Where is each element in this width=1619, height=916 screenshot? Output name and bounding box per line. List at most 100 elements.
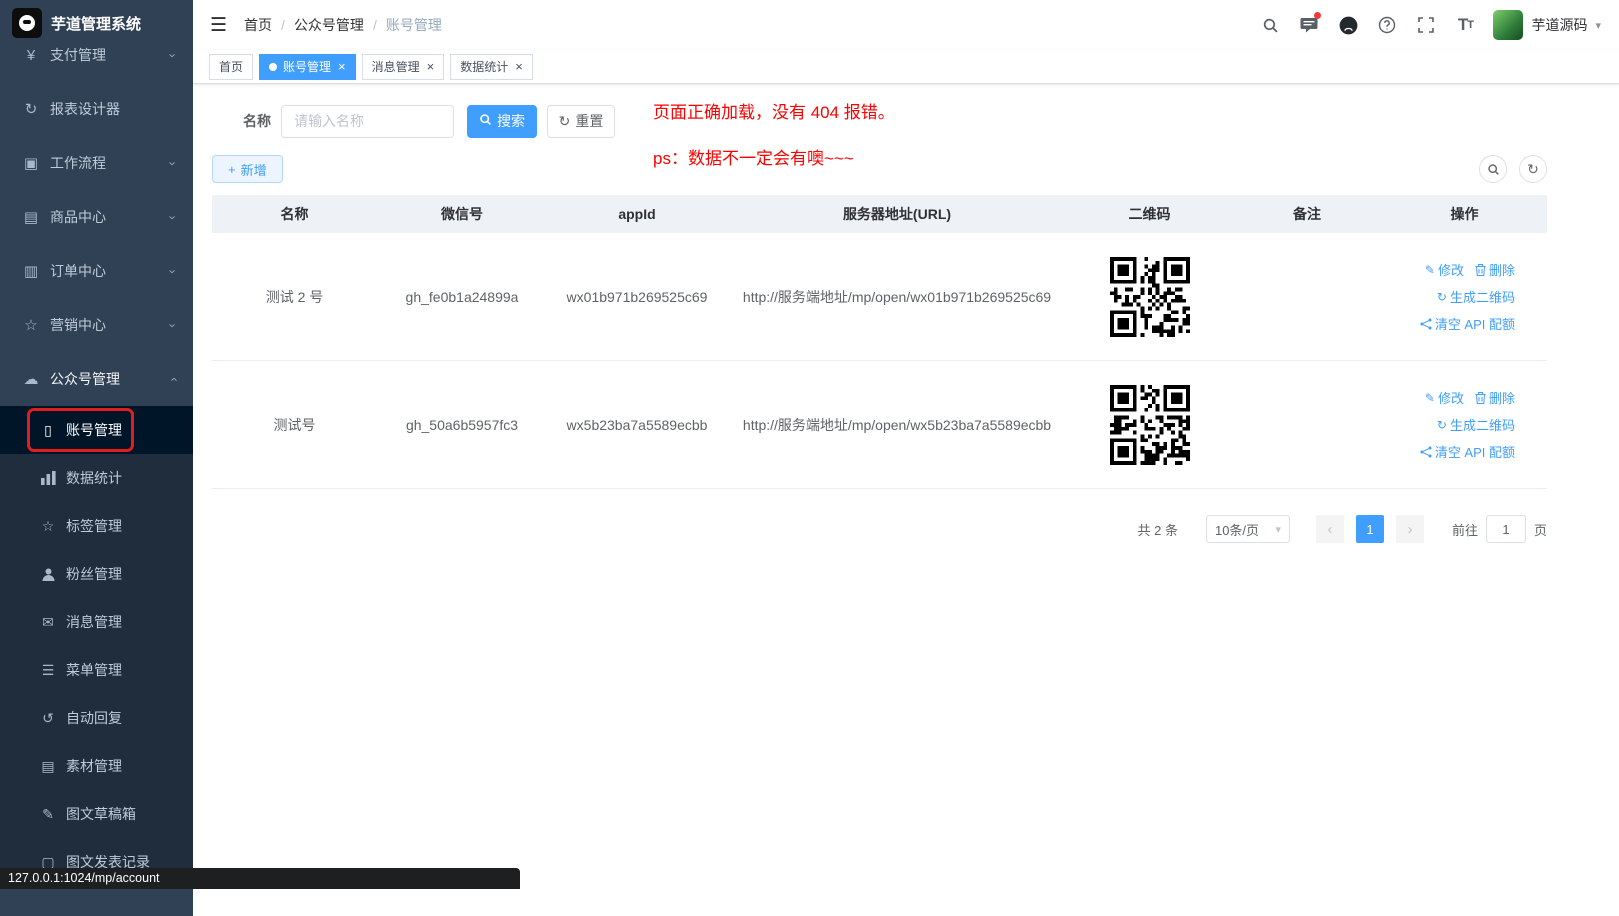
tab-label: 首页 [219,58,243,75]
clear-api-quota-link[interactable]: 清空 API 配额 [1420,314,1515,333]
tab-home[interactable]: 首页 [209,54,253,80]
refresh-icon: ↻ [1437,419,1447,431]
table-row: 测试 2 号 gh_fe0b1a24899a wx01b971b269525c6… [212,233,1547,361]
browser-status-bar: 127.0.0.1:1024/mp/account [0,868,520,889]
help-icon[interactable] [1376,14,1398,36]
pagination: 共 2 条 10条/页 ▾ ‹ 1 › 前往 页 [212,515,1547,543]
page-size-select[interactable]: 10条/页 ▾ [1206,515,1290,543]
generate-qr-link[interactable]: ↻生成二维码 [1437,287,1515,306]
close-icon[interactable]: × [515,60,523,73]
fullscreen-icon[interactable] [1415,14,1437,36]
sidebar-item-auto-reply[interactable]: ↺ 自动回复 [0,694,193,742]
name-search-input[interactable] [281,105,454,138]
column-header: 操作 [1382,195,1547,233]
message-notice-icon[interactable] [1298,14,1320,36]
sidebar-item-label: 支付管理 [50,45,106,65]
reset-button[interactable]: ↻ 重置 [547,105,615,138]
cell-wechat-id: gh_fe0b1a24899a [377,233,547,360]
tag-icon: ☆ [40,518,56,535]
font-size-icon[interactable]: TT [1454,14,1476,36]
navbar-actions: TT 芋道源码 ▾ [1259,10,1601,40]
tab-message-management[interactable]: 消息管理 × [362,54,445,80]
tab-account-management[interactable]: 账号管理 × [259,54,356,80]
order-center-icon: ▥ [22,262,40,280]
sidebar-item-order-center[interactable]: ▥ 订单中心 › [0,244,193,298]
sidebar-item-marketing-center[interactable]: ☆ 营销中心 › [0,298,193,352]
app-logo-row: 芋道管理系统 [0,0,193,46]
page-number-button[interactable]: 1 [1356,515,1384,543]
sidebar-item-goods-center[interactable]: ▤ 商品中心 › [0,190,193,244]
close-icon[interactable]: × [338,60,346,73]
goto-page-input[interactable] [1486,515,1526,543]
sidebar-item-draft-box[interactable]: ✎ 图文草稿箱 [0,790,193,838]
caret-down-icon: ▾ [1275,523,1281,536]
add-button[interactable]: + 新增 [212,155,283,183]
sidebar-item-label: 数据统计 [66,468,122,488]
tags-view-bar: 首页 账号管理 × 消息管理 × 数据统计 × [193,50,1619,84]
user-menu[interactable]: 芋道源码 ▾ [1493,10,1601,40]
payment-icon: ¥ [22,47,40,64]
chevron-down-icon: › [165,53,180,57]
sidebar-item-label: 菜单管理 [66,660,122,680]
delete-link[interactable]: 删除 [1475,388,1515,407]
fans-icon [40,567,56,582]
app-root: 芋道管理系统 ¥ 支付管理 › ↻ 报表设计器 ▣ 工作流程 › ▤ 商品中心 … [0,0,1619,916]
next-page-button[interactable]: › [1396,515,1424,543]
auto-reply-icon: ↺ [40,710,56,727]
sidebar-item-data-statistics[interactable]: 数据统计 [0,454,193,502]
sidebar-item-account-management[interactable]: ▯ 账号管理 [0,406,193,454]
breadcrumb-home[interactable]: 首页 [244,15,272,35]
sidebar-menu: ¥ 支付管理 › ↻ 报表设计器 ▣ 工作流程 › ▤ 商品中心 › ▥ 订单中… [0,28,193,898]
sidebar-item-menu-management[interactable]: ☰ 菜单管理 [0,646,193,694]
sidebar-collapse-icon[interactable]: ☰ [210,16,227,35]
workflow-icon: ▣ [22,154,40,172]
sidebar-item-label: 账号管理 [66,420,122,440]
column-header: 二维码 [1067,195,1232,233]
clear-api-quota-link[interactable]: 清空 API 配额 [1420,442,1515,461]
show-search-toggle-button[interactable] [1479,155,1507,183]
sidebar-item-fans-management[interactable]: 粉丝管理 [0,550,193,598]
edit-link[interactable]: ✎修改 [1425,388,1464,407]
delete-link[interactable]: 删除 [1475,260,1515,279]
sidebar-item-label: 商品中心 [50,207,106,227]
sidebar-item-report-designer[interactable]: ↻ 报表设计器 [0,82,193,136]
column-header: 名称 [212,195,377,233]
refresh-table-button[interactable]: ↻ [1519,155,1547,183]
column-header: 微信号 [377,195,547,233]
sidebar: 芋道管理系统 ¥ 支付管理 › ↻ 报表设计器 ▣ 工作流程 › ▤ 商品中心 … [0,0,193,916]
cell-app-id: wx01b971b269525c69 [547,233,727,360]
breadcrumb-section[interactable]: 公众号管理 [294,15,364,35]
tab-data-statistics[interactable]: 数据统计 × [450,54,533,80]
cell-app-id: wx5b23ba7a5589ecbb [547,361,727,488]
cell-name: 测试 2 号 [212,233,377,360]
share-icon [1420,318,1432,330]
sidebar-item-material-management[interactable]: ▤ 素材管理 [0,742,193,790]
close-icon[interactable]: × [427,60,435,73]
sidebar-item-label: 消息管理 [66,612,122,632]
accounts-table: 名称 微信号 appId 服务器地址(URL) 二维码 备注 操作 测试 2 号… [212,195,1547,489]
edit-link[interactable]: ✎修改 [1425,260,1464,279]
edit-icon: ✎ [1425,264,1435,276]
search-icon[interactable] [1259,14,1281,36]
top-navbar: ☰ 首页 / 公众号管理 / 账号管理 TT 芋道 [193,0,1619,50]
tab-label: 数据统计 [460,58,508,75]
cell-name: 测试号 [212,361,377,488]
sidebar-item-workflow[interactable]: ▣ 工作流程 › [0,136,193,190]
generate-qr-link[interactable]: ↻生成二维码 [1437,415,1515,434]
wechat-mp-submenu: ▯ 账号管理 数据统计 ☆ 标签管理 粉丝管理 ✉ [0,406,193,886]
cell-wechat-id: gh_50a6b5957fc3 [377,361,547,488]
name-field-label: 名称 [243,111,271,131]
pagination-total: 共 2 条 [1138,520,1178,539]
sidebar-item-wechat-mp[interactable]: ☁ 公众号管理 › [0,352,193,406]
sidebar-item-message-management[interactable]: ✉ 消息管理 [0,598,193,646]
annotation-notes: 页面正确加载，没有 404 报错。 ps：数据不一定会有噢~~~ [653,98,895,190]
breadcrumb: 首页 / 公众号管理 / 账号管理 [244,15,442,35]
chevron-down-icon: › [165,161,180,165]
sidebar-item-tag-management[interactable]: ☆ 标签管理 [0,502,193,550]
search-button[interactable]: 搜索 [467,105,537,138]
github-icon[interactable] [1337,14,1359,36]
sidebar-item-label: 报表设计器 [50,99,120,119]
prev-page-button[interactable]: ‹ [1316,515,1344,543]
avatar [1493,10,1523,40]
sidebar-item-label: 标签管理 [66,516,122,536]
